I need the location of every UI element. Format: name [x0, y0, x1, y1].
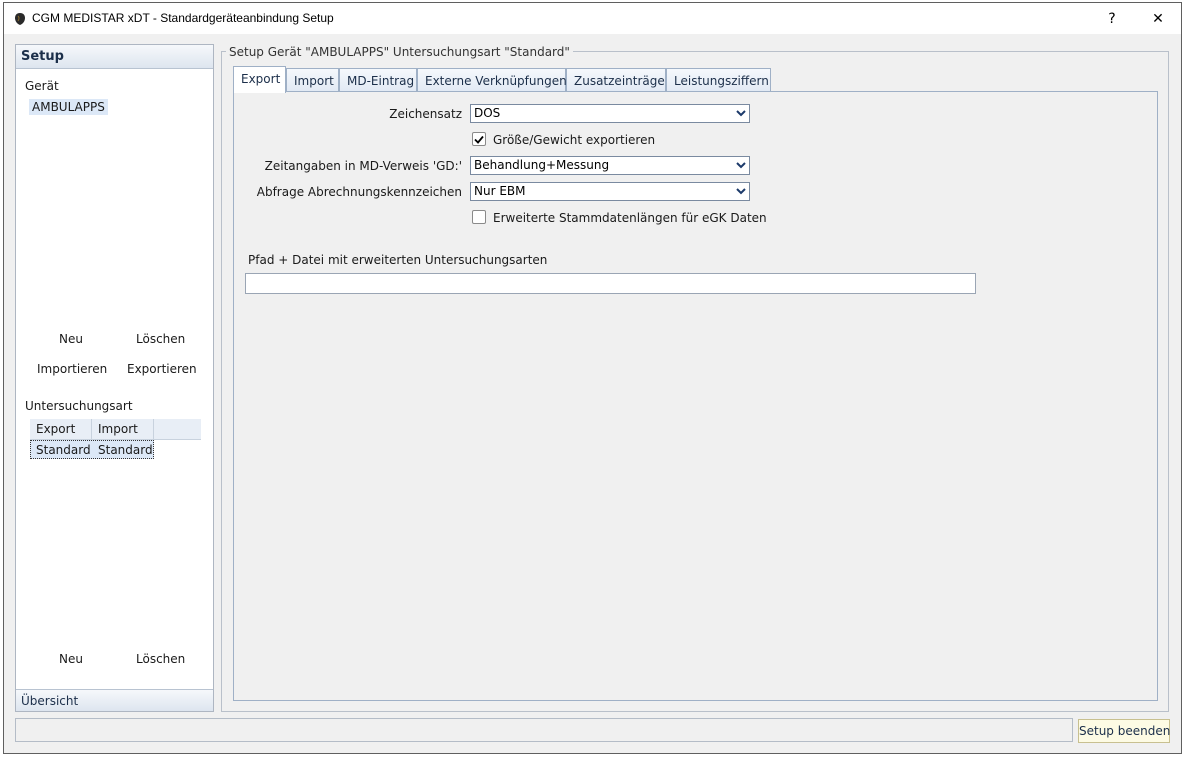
table-cell-export: Standard — [36, 443, 91, 457]
geraet-new-button[interactable]: Neu — [59, 332, 83, 346]
abfrage-select[interactable]: Nur EBM — [470, 182, 750, 201]
untersuchungsart-delete-button[interactable]: Löschen — [136, 652, 185, 666]
close-button[interactable]: ✕ — [1135, 3, 1181, 34]
zeichensatz-value: DOS — [474, 106, 501, 120]
import-button[interactable]: Importieren — [37, 362, 107, 376]
pfad-label: Pfad + Datei mit erweiterten Untersuchun… — [248, 253, 548, 267]
help-button[interactable]: ? — [1089, 3, 1135, 34]
window-title: CGM MEDISTAR xDT - Standardgeräteanbindu… — [32, 11, 334, 25]
zeichensatz-label: Zeichensatz — [389, 107, 462, 121]
help-icon: ? — [1108, 10, 1116, 27]
geraet-list-item[interactable]: AMBULAPPS — [29, 99, 108, 115]
setup-sidebar: Setup Gerät AMBULAPPS Neu Löschen Import… — [15, 44, 214, 712]
table-cell-import: Standard — [98, 443, 153, 457]
column-header-import[interactable]: Import — [92, 419, 154, 439]
untersuchungsart-table-header: Export Import — [30, 419, 201, 440]
untersuchungsart-new-button[interactable]: Neu — [59, 652, 83, 666]
tab-import[interactable]: Import — [286, 68, 339, 92]
column-header-export[interactable]: Export — [30, 419, 92, 439]
geraet-delete-button[interactable]: Löschen — [136, 332, 185, 346]
setup-beenden-button[interactable]: Setup beenden — [1078, 719, 1170, 743]
title-bar: CGM MEDISTAR xDT - Standardgeräteanbindu… — [4, 3, 1181, 34]
zeichensatz-select[interactable]: DOS — [470, 104, 750, 123]
close-icon: ✕ — [1152, 10, 1164, 27]
overview-link[interactable]: Übersicht — [16, 689, 213, 711]
table-row[interactable]: Standard Standard — [30, 440, 154, 459]
chevron-down-icon — [734, 158, 748, 173]
status-bar — [15, 718, 1073, 742]
app-logo-icon — [15, 13, 25, 25]
tab-zusatzeintraege[interactable]: Zusatzeinträge — [566, 68, 666, 92]
erweiterte-stammdaten-checkbox[interactable] — [472, 210, 486, 224]
geraet-label: Gerät — [25, 79, 59, 93]
chevron-down-icon — [734, 106, 748, 121]
zeitangaben-value: Behandlung+Messung — [474, 158, 610, 172]
abfrage-label: Abfrage Abrechnungskennzeichen — [256, 185, 462, 199]
tab-leistungsziffern[interactable]: Leistungsziffern — [666, 68, 771, 92]
abfrage-value: Nur EBM — [474, 184, 526, 198]
export-button[interactable]: Exportieren — [127, 362, 197, 376]
zeitangaben-label: Zeitangaben in MD-Verweis 'GD:' — [264, 159, 462, 173]
groupbox-title: Setup Gerät "AMBULAPPS" Untersuchungsart… — [226, 45, 573, 59]
sidebar-header: Setup — [16, 45, 213, 69]
erweiterte-stammdaten-label: Erweiterte Stammdatenlängen für eGK Date… — [493, 211, 767, 225]
checkmark-icon — [474, 135, 484, 144]
chevron-down-icon — [734, 184, 748, 199]
groesse-gewicht-checkbox[interactable] — [472, 132, 486, 146]
pfad-input[interactable] — [245, 273, 976, 294]
app-window: CGM MEDISTAR xDT - Standardgeräteanbindu… — [3, 2, 1182, 754]
tab-md-eintrag[interactable]: MD-Eintrag — [339, 68, 417, 92]
untersuchungsart-label: Untersuchungsart — [25, 399, 133, 413]
tab-externe-verknuepfungen[interactable]: Externe Verknüpfungen — [417, 68, 567, 92]
tab-export[interactable]: Export — [233, 66, 286, 93]
groesse-gewicht-label: Größe/Gewicht exportieren — [493, 133, 656, 147]
zeitangaben-select[interactable]: Behandlung+Messung — [470, 156, 750, 175]
